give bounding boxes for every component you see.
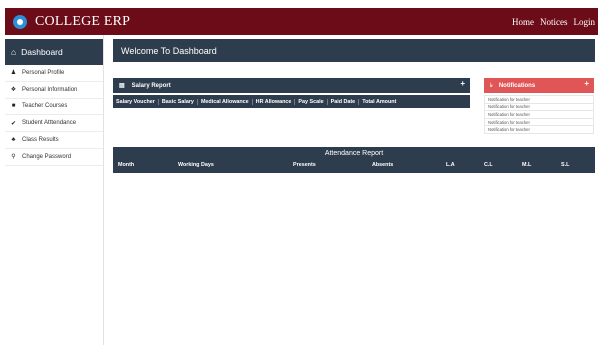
column-header: Basic Salary xyxy=(159,98,198,105)
column-header: C.L xyxy=(484,162,493,168)
sidebar-title: Dashboard xyxy=(21,47,63,57)
notification-item[interactable]: Notification for teacher xyxy=(484,118,594,127)
column-header: Salary Voucher xyxy=(113,98,159,105)
column-header: Absents xyxy=(372,162,394,168)
nav-login-link[interactable]: Login xyxy=(574,17,596,27)
money-icon: ▤ xyxy=(119,83,125,89)
sidebar-item-label: Personal Information xyxy=(22,86,78,93)
notification-item[interactable]: Notification for teacher xyxy=(484,111,594,119)
sidebar-item-change-password[interactable]: ⚲ Change Password xyxy=(5,149,103,166)
notification-item[interactable]: Notification for teacher xyxy=(484,96,594,104)
salary-expand-button[interactable]: + xyxy=(460,79,465,88)
sidebar-item-personal-information[interactable]: ❖ Personal Information xyxy=(5,82,103,99)
sidebar-item-label: Change Password xyxy=(22,153,72,160)
home-icon: ⌂ xyxy=(11,47,17,57)
column-header: Pay Scale xyxy=(295,98,328,105)
notification-item[interactable]: Notification for teacher xyxy=(484,103,594,112)
salary-report-panel: ▤ Salary Report + Salary Voucher Basic S… xyxy=(113,78,470,108)
sidebar-dashboard[interactable]: ⌂ Dashboard xyxy=(5,39,103,65)
column-header: HR Allowance xyxy=(253,98,296,105)
column-header: Presents xyxy=(293,162,316,168)
column-header: Working Days xyxy=(178,162,214,168)
column-header: Paid Date xyxy=(328,98,360,105)
sidebar-item-label: Personal Profile xyxy=(22,69,65,76)
user-icon: ♟ xyxy=(10,70,17,77)
sidebar-item-student-attendance[interactable]: ✔ Student Atttendance xyxy=(5,115,103,133)
top-nav: Home Notices Login xyxy=(512,17,595,27)
book-icon: ■ xyxy=(11,103,16,110)
notifications-list: Notification for teacher Notification fo… xyxy=(484,95,594,134)
salary-report-title: Salary Report xyxy=(131,82,171,89)
college-logo-icon xyxy=(13,14,27,29)
notifications-header: ♭ Notifications + xyxy=(484,78,594,93)
bell-icon: ♭ xyxy=(490,83,493,89)
column-header: S.L xyxy=(561,162,570,168)
users-icon: ♣ xyxy=(11,137,16,144)
sidebar-item-class-results[interactable]: ♣ Class Results xyxy=(5,132,103,149)
column-header: L.A xyxy=(446,162,455,168)
salary-report-header: ▤ Salary Report + xyxy=(113,78,470,93)
sidebar-item-personal-profile[interactable]: ♟ Personal Profile xyxy=(5,65,103,82)
sidebar-item-label: Student Atttendance xyxy=(22,120,77,127)
attendance-report-title: Attendance Report xyxy=(324,150,384,157)
notifications-title: Notifications xyxy=(498,82,536,89)
notification-item[interactable]: Notification for teacher xyxy=(484,126,594,134)
sidebar-item-label: Teacher Courses xyxy=(22,103,68,110)
info-icon: ❖ xyxy=(10,87,17,94)
notifications-expand-button[interactable]: + xyxy=(584,79,589,88)
column-header: Medical Allowance xyxy=(198,98,253,105)
brand-title: COLLEGE ERP xyxy=(35,13,131,29)
attendance-table-header: Month Working Days Presents Absents L.A … xyxy=(113,160,595,173)
welcome-banner: Welcome To Dashboard xyxy=(113,39,595,62)
notifications-panel: ♭ Notifications + Notification for teach… xyxy=(484,78,594,134)
sidebar-item-label: Class Results xyxy=(22,137,59,144)
nav-home-link[interactable]: Home xyxy=(512,17,534,27)
column-header: Total Amount xyxy=(362,98,397,105)
column-header: M.L xyxy=(522,162,532,168)
attendance-report-panel: Attendance Report Month Working Days Pre… xyxy=(113,147,595,173)
check-circle-icon: ✔ xyxy=(10,120,17,127)
sidebar-item-teacher-courses[interactable]: ■ Teacher Courses xyxy=(5,99,103,116)
top-bar: COLLEGE ERP Home Notices Login xyxy=(5,8,598,35)
column-header: Month xyxy=(118,162,135,168)
salary-table-header: Salary Voucher Basic Salary Medical Allo… xyxy=(113,95,470,108)
sidebar: ⌂ Dashboard ♟ Personal Profile ❖ Persona… xyxy=(5,35,104,345)
nav-notices-link[interactable]: Notices xyxy=(540,17,568,27)
key-icon: ⚲ xyxy=(11,154,16,161)
